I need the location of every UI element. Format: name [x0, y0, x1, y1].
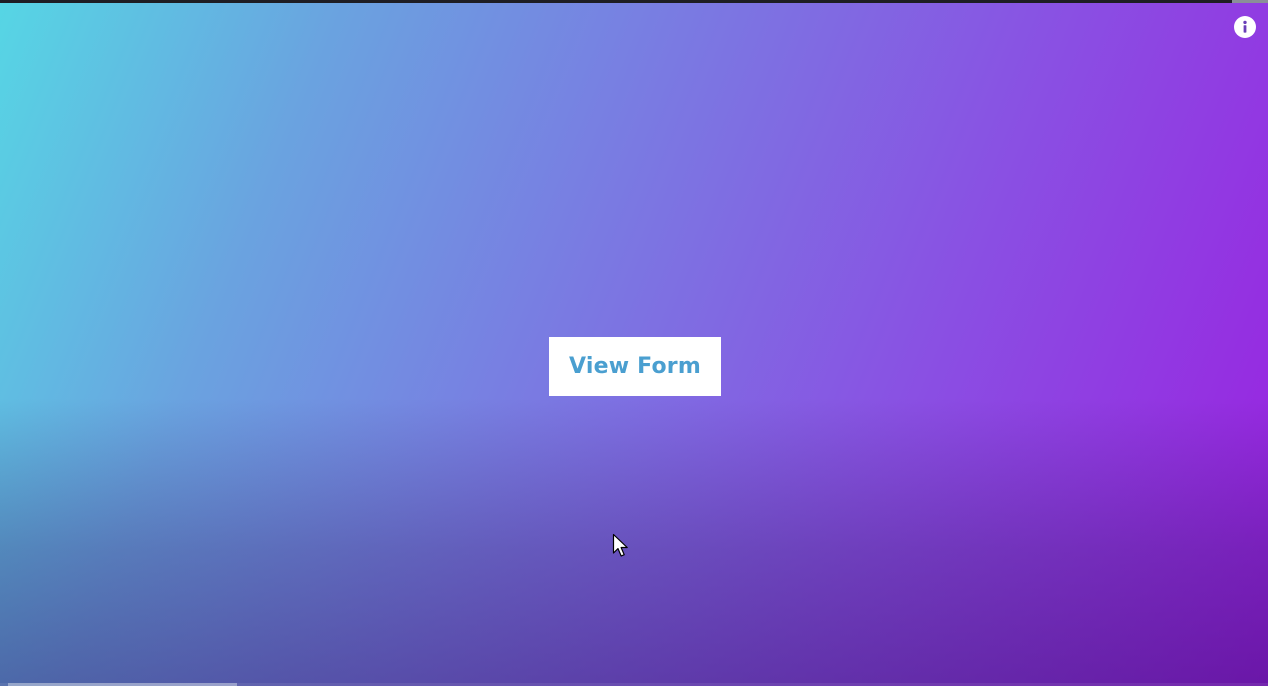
view-form-button[interactable]: View Form — [549, 337, 721, 396]
info-icon — [1235, 17, 1255, 37]
mouse-pointer-icon — [612, 533, 628, 557]
top-edge-bar-end — [1232, 0, 1268, 3]
gradient-background: View Form — [0, 0, 1268, 686]
info-button[interactable] — [1234, 16, 1256, 38]
top-edge-bar — [0, 0, 1268, 3]
